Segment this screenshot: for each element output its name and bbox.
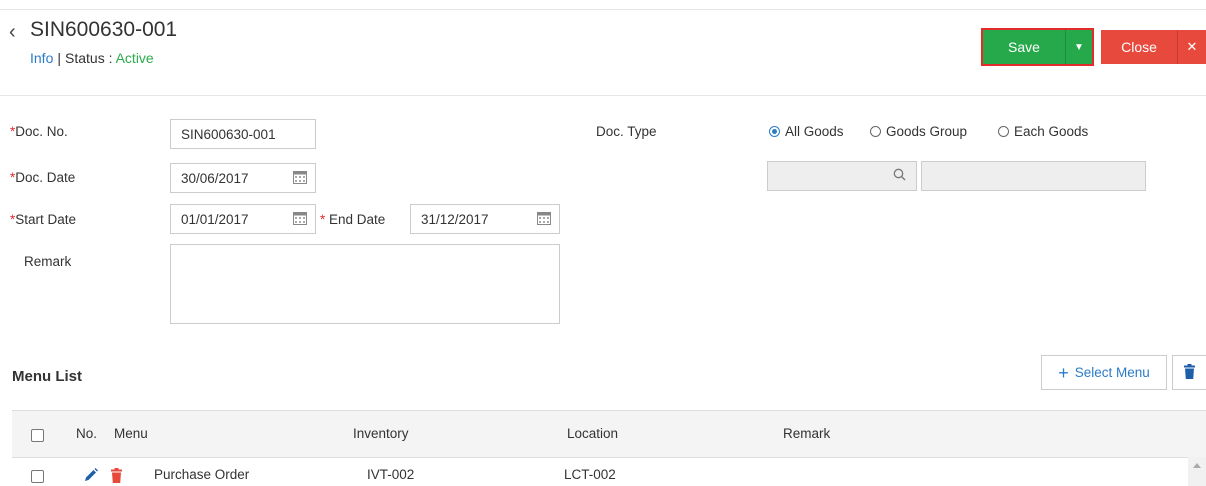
doc-date-label: *Doc. Date [10,170,75,185]
caret-down-icon: ▼ [1074,41,1084,53]
status-label: Status : [65,50,113,66]
remark-label: Remark [24,254,72,269]
end-date-value: 31/12/2017 [421,211,489,227]
doc-date-value: 30/06/2017 [181,170,249,186]
doc-type-label: Doc. Type [596,124,657,139]
search-icon [893,168,906,184]
row-menu: Purchase Order [154,467,250,482]
save-button-group: Save ▼ [981,28,1094,66]
radio-all-goods[interactable]: All Goods [769,124,844,139]
radio-label: All Goods [785,124,844,139]
doc-no-value: SIN600630-001 [181,126,276,142]
trash-icon [1184,363,1195,382]
back-chevron-icon[interactable]: ‹ [9,21,27,43]
table-header: No. Menu Inventory Location Remark [12,411,1206,458]
close-button[interactable]: Close [1101,30,1177,64]
header-divider [0,95,1206,96]
start-date-value: 01/01/2017 [181,211,249,227]
top-border [0,9,1206,10]
doc-no-label-text: Doc. No. [15,124,68,139]
radio-unchecked-icon [998,126,1009,137]
calendar-icon[interactable] [537,211,551,225]
select-menu-label: Select Menu [1074,365,1150,380]
start-date-label-text: Start Date [15,212,77,227]
menu-list-title: Menu List [12,368,82,385]
radio-label: Each Goods [1014,124,1089,139]
doc-no-label: *Doc. No. [10,124,68,139]
save-dropdown-button[interactable]: ▼ [1065,30,1092,64]
radio-goods-group[interactable]: Goods Group [870,124,967,139]
col-menu: Menu [114,426,148,441]
end-date-input[interactable]: 31/12/2017 [410,204,560,234]
scrollbar-up-arrow[interactable] [1188,457,1206,486]
row-location: LCT-002 [564,467,616,482]
start-date-input[interactable]: 01/01/2017 [170,204,316,234]
save-button[interactable]: Save [983,30,1065,64]
page-title: SIN600630-001 [30,18,178,41]
goods-name-input [921,161,1146,191]
row-inventory: IVT-002 [367,467,415,482]
delete-selected-button[interactable] [1172,355,1206,390]
col-remark: Remark [783,426,831,441]
row-checkbox[interactable] [31,470,44,483]
select-menu-button[interactable]: + Select Menu [1041,355,1167,390]
info-link[interactable]: Info [30,50,53,66]
col-inventory: Inventory [353,426,409,441]
radio-checked-icon [769,126,780,137]
doc-no-input[interactable]: SIN600630-001 [170,119,316,149]
remark-textarea[interactable] [170,244,560,324]
end-date-label: * End Date [320,212,385,227]
select-all-checkbox[interactable] [31,429,44,442]
end-date-label-text: End Date [329,212,386,227]
subline-separator: | [57,50,61,66]
doc-subline: Info | Status : Active [30,50,154,66]
menu-table: No. Menu Inventory Location Remark Purch… [12,410,1206,486]
doc-date-label-text: Doc. Date [15,170,76,185]
close-x-button[interactable]: ✕ [1177,30,1206,64]
col-no: No. [76,426,98,441]
goods-code-input [767,161,917,191]
radio-unchecked-icon [870,126,881,137]
calendar-icon[interactable] [293,211,307,225]
edit-icon[interactable] [84,468,98,485]
close-button-group: Close ✕ [1101,30,1206,64]
col-location: Location [567,426,619,441]
calendar-icon[interactable] [293,170,307,184]
doc-date-input[interactable]: 30/06/2017 [170,163,316,193]
close-icon: ✕ [1186,39,1198,54]
plus-icon: + [1058,362,1069,383]
radio-each-goods[interactable]: Each Goods [998,124,1088,139]
required-mark: * [320,212,326,227]
start-date-label: *Start Date [10,212,76,227]
delete-row-icon[interactable] [111,468,122,486]
status-value: Active [115,50,154,66]
radio-label: Goods Group [886,124,968,139]
